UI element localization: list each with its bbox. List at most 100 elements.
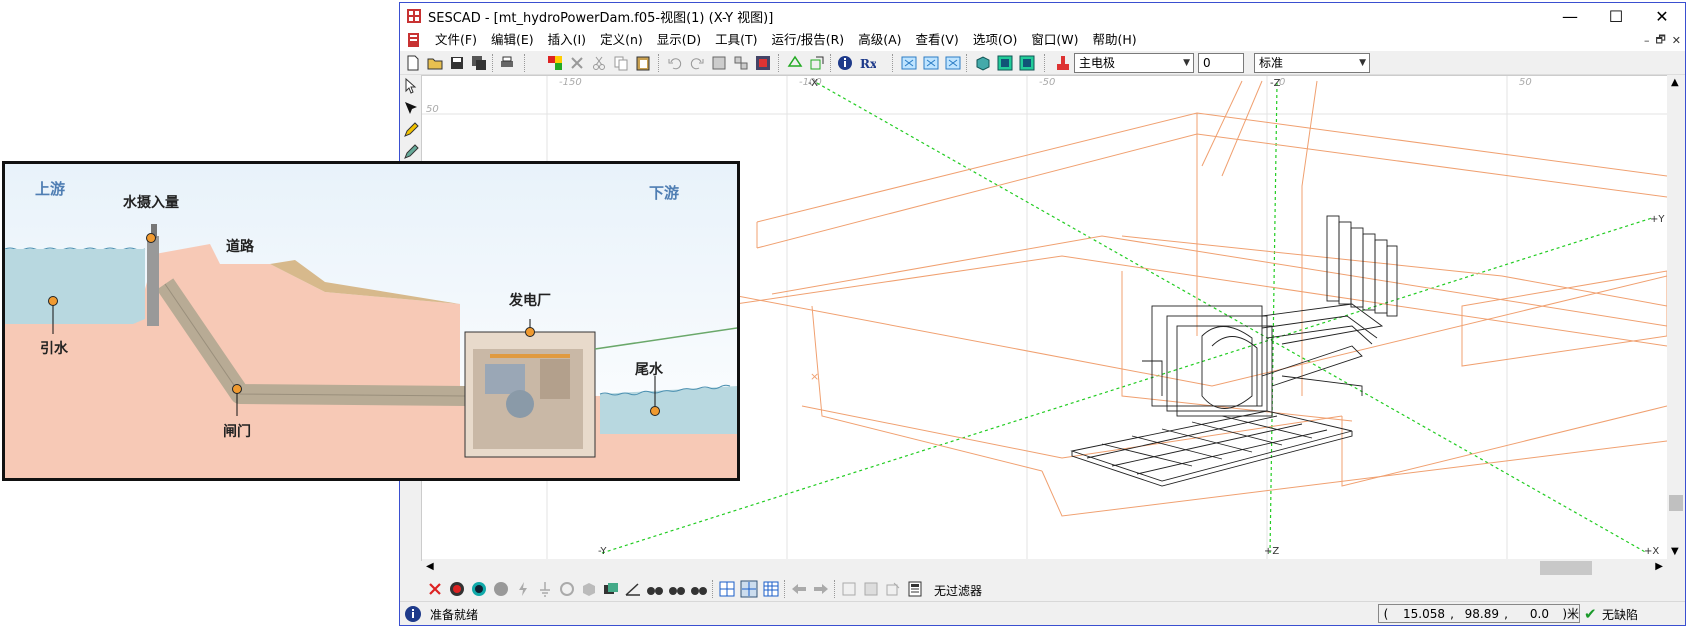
print-icon[interactable] xyxy=(498,54,516,72)
3d-box-icon[interactable] xyxy=(974,54,992,72)
electrode-combo[interactable]: 主电极 ▼ xyxy=(1074,53,1194,73)
axis-label: -Y xyxy=(598,546,607,557)
grid-icon[interactable] xyxy=(718,580,736,598)
menu-tools[interactable]: 工具(T) xyxy=(708,29,764,51)
binoculars-next-icon[interactable] xyxy=(668,580,686,598)
transform-icon[interactable] xyxy=(808,54,826,72)
style-combo-value: 标准 xyxy=(1259,56,1284,70)
lightning-icon[interactable] xyxy=(514,580,532,598)
component-color-icon[interactable] xyxy=(546,54,564,72)
scroll-left-icon[interactable]: ◀ xyxy=(426,561,434,572)
menu-insert[interactable]: 插入(I) xyxy=(541,29,593,51)
vertical-scroll-thumb[interactable] xyxy=(1669,495,1683,511)
rx-icon[interactable]: Rx xyxy=(858,54,876,72)
menu-file[interactable]: 文件(F) xyxy=(428,29,484,51)
copy-icon[interactable] xyxy=(612,54,630,72)
intake-label: 水摄入量 xyxy=(123,195,179,211)
menu-edit[interactable]: 编辑(E) xyxy=(484,29,541,51)
record-blue-icon[interactable] xyxy=(470,580,488,598)
edit-pencil-icon[interactable] xyxy=(402,143,420,161)
wire-view-icon[interactable] xyxy=(1018,54,1036,72)
mdi-close-button[interactable]: ✕ xyxy=(1672,34,1681,47)
scroll-right-icon[interactable]: ▶ xyxy=(1655,561,1663,572)
maximize-button[interactable]: ☐ xyxy=(1593,3,1639,29)
menu-view[interactable]: 查看(V) xyxy=(909,29,966,51)
frame-edit-icon[interactable] xyxy=(884,580,902,598)
coord-unit: )米 xyxy=(1562,607,1579,621)
frame-fill-icon[interactable] xyxy=(862,580,880,598)
check-icon: ✔ xyxy=(1584,605,1597,623)
undo-icon[interactable] xyxy=(666,54,684,72)
vertical-scrollbar[interactable]: ▲ ▼ xyxy=(1667,75,1685,559)
menu-display[interactable]: 显示(D) xyxy=(650,29,708,51)
pencil-icon[interactable] xyxy=(402,121,420,139)
horizontal-scrollbar[interactable]: ◀ ▶ xyxy=(422,559,1667,577)
binoculars-prev-icon[interactable] xyxy=(690,580,708,598)
ring-icon[interactable] xyxy=(558,580,576,598)
menu-help[interactable]: 帮助(H) xyxy=(1086,29,1144,51)
menu-window[interactable]: 窗口(W) xyxy=(1024,29,1085,51)
axis-label: +X xyxy=(1644,546,1659,557)
scroll-down-icon[interactable]: ▼ xyxy=(1671,546,1679,557)
menu-advanced[interactable]: 高级(A) xyxy=(851,29,908,51)
ground-icon[interactable] xyxy=(536,580,554,598)
menu-run-report[interactable]: 运行/报告(R) xyxy=(765,29,852,51)
view-front-icon[interactable] xyxy=(900,54,918,72)
window-title: SESCAD - [mt_hydroPowerDam.f05-视图(1) (X-… xyxy=(428,10,774,26)
frame-icon[interactable] xyxy=(840,580,858,598)
select-region-icon[interactable] xyxy=(754,54,772,72)
scroll-up-icon[interactable]: ▲ xyxy=(1671,77,1679,88)
paste-icon[interactable] xyxy=(634,54,652,72)
cube-gray-icon[interactable] xyxy=(580,580,598,598)
horizontal-scroll-thumb[interactable] xyxy=(1540,561,1592,575)
mdi-restore-button[interactable]: 🗗 xyxy=(1655,31,1665,50)
ruler-label: 50 xyxy=(426,104,439,115)
hydropower-diagram: 上游 下游 水摄入量 道路 发电厂 引水 尾水 闸门 xyxy=(2,161,740,481)
red-x-icon[interactable] xyxy=(426,580,444,598)
group-icon[interactable] xyxy=(710,54,728,72)
gray-circle-icon[interactable] xyxy=(492,580,510,598)
downstream-label: 下游 xyxy=(649,184,680,202)
close-button[interactable]: ✕ xyxy=(1639,3,1685,29)
pointer-icon[interactable] xyxy=(402,77,420,95)
delete-icon[interactable] xyxy=(568,54,586,72)
filter-label[interactable]: 无过滤器 xyxy=(934,582,982,599)
open-folder-icon[interactable] xyxy=(426,54,444,72)
table-icon[interactable] xyxy=(762,580,780,598)
cut-icon[interactable] xyxy=(590,54,608,72)
style-combo[interactable]: 标准 ▼ xyxy=(1254,53,1370,73)
electrode-icon xyxy=(1057,56,1069,70)
ruler-label: 50 xyxy=(1519,77,1532,88)
number-input[interactable]: 0 xyxy=(1198,53,1244,73)
calculator-icon[interactable] xyxy=(906,580,924,598)
angle-icon[interactable] xyxy=(624,580,642,598)
menu-define[interactable]: 定义(n) xyxy=(593,29,650,51)
status-bar: 准备就绪 ( 15.058 , 98.89 , 0.0 )米 ✔ 无缺陷 xyxy=(400,601,1685,625)
axis-label: +Z xyxy=(1264,546,1279,557)
save-icon[interactable] xyxy=(448,54,466,72)
grid-active-icon[interactable] xyxy=(740,580,758,598)
new-file-icon[interactable] xyxy=(404,54,422,72)
minimize-button[interactable]: — xyxy=(1547,3,1593,29)
arrow-left-icon[interactable] xyxy=(790,580,808,598)
save-all-icon[interactable] xyxy=(470,54,488,72)
headwater-label: 引水 xyxy=(40,341,68,357)
info-icon[interactable] xyxy=(836,54,854,72)
binoculars-icon[interactable] xyxy=(646,580,664,598)
view-side-icon[interactable] xyxy=(922,54,940,72)
ruler-label: -50 xyxy=(1039,77,1055,88)
redo-icon[interactable] xyxy=(688,54,706,72)
select-arrow-icon[interactable] xyxy=(402,99,420,117)
document-icon[interactable] xyxy=(406,32,422,48)
view-top-icon[interactable] xyxy=(944,54,962,72)
ungroup-icon[interactable] xyxy=(732,54,750,72)
shape-tool-icon[interactable] xyxy=(786,54,804,72)
origin-mark: × xyxy=(810,370,819,383)
menu-options[interactable]: 选项(O) xyxy=(966,29,1025,51)
record-icon[interactable] xyxy=(448,580,466,598)
fill-view-icon[interactable] xyxy=(996,54,1014,72)
arrow-right-icon[interactable] xyxy=(812,580,830,598)
stack-icon[interactable] xyxy=(602,580,620,598)
mdi-minimize-button[interactable]: – xyxy=(1644,34,1650,47)
ruler-label: -150 xyxy=(559,77,582,88)
